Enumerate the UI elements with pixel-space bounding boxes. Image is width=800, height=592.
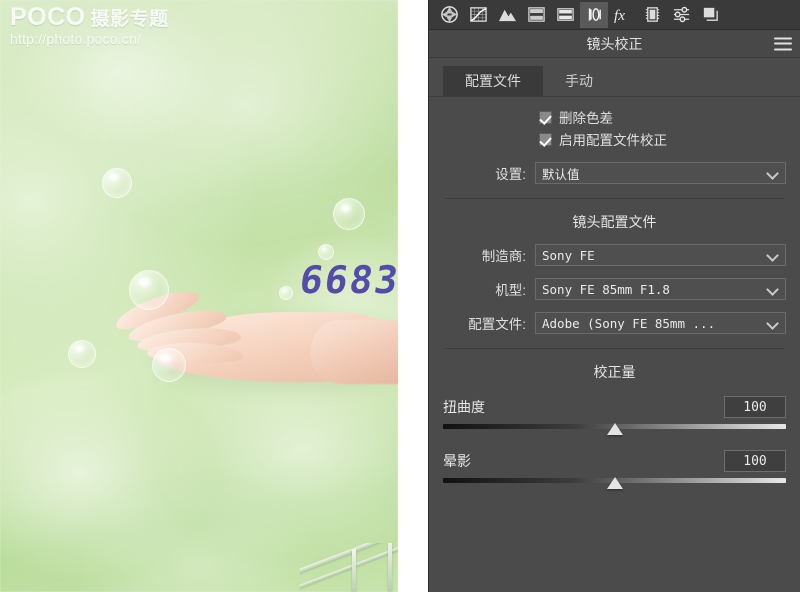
checkbox-row-enable-profile-correction[interactable]: 启用配置文件校正 bbox=[443, 128, 786, 150]
camera-calibration-icon[interactable] bbox=[638, 2, 666, 28]
profile-value: Adobe (Sony FE 85mm ... bbox=[542, 315, 716, 331]
hamburger-menu-icon[interactable] bbox=[774, 37, 792, 50]
slider-track-wrap[interactable] bbox=[443, 422, 786, 436]
model-value: Sony FE 85mm F1.8 bbox=[542, 281, 670, 297]
develop-panel: fx 镜头校正 配置文件 手动 删除色差 启用配置文件校正 设置: 默认值 镜头… bbox=[428, 0, 800, 592]
tab-manual[interactable]: 手动 bbox=[543, 66, 615, 96]
checkbox-label: 启用配置文件校正 bbox=[559, 133, 667, 148]
make-label: 制造商: bbox=[481, 249, 526, 264]
snapshots-icon[interactable] bbox=[696, 2, 724, 28]
slider-distortion: 扭曲度 100 bbox=[443, 396, 786, 436]
detail-icon[interactable] bbox=[522, 2, 550, 28]
make-dropdown[interactable]: Sony FE bbox=[535, 244, 786, 266]
railing-post bbox=[352, 549, 356, 592]
profile-dropdown[interactable]: Adobe (Sony FE 85mm ... bbox=[535, 312, 786, 334]
effects-fx-icon[interactable]: fx bbox=[609, 2, 637, 28]
checkbox-enable-profile-correction[interactable] bbox=[539, 132, 552, 146]
profile-label: 配置文件: bbox=[468, 317, 526, 332]
setup-row: 设置: 默认值 bbox=[443, 162, 786, 184]
make-value: Sony FE bbox=[542, 247, 595, 263]
chevron-down-icon bbox=[767, 167, 779, 179]
tone-curve-icon[interactable] bbox=[464, 2, 492, 28]
lens-profile-title: 镜头配置文件 bbox=[572, 214, 657, 230]
railing-post bbox=[388, 543, 392, 591]
basic-panel-icon[interactable] bbox=[435, 2, 463, 28]
panel-tabs: 配置文件 手动 bbox=[429, 58, 800, 97]
screenshot-root: POCO 摄影专题 http://photo.poco.cn/ 668388 f… bbox=[0, 0, 800, 592]
checkbox-row-remove-chromatic-aberration[interactable]: 删除色差 bbox=[443, 106, 786, 128]
slider-value-input[interactable]: 100 bbox=[724, 450, 786, 472]
soap-bubble bbox=[318, 244, 334, 260]
photo-preview[interactable]: POCO 摄影专题 http://photo.poco.cn/ 668388 bbox=[0, 0, 398, 592]
slider-vignetting: 晕影 100 bbox=[443, 450, 786, 490]
presets-icon[interactable] bbox=[667, 2, 695, 28]
soap-bubble bbox=[102, 168, 132, 198]
model-row: 机型: Sony FE 85mm F1.8 bbox=[443, 278, 786, 300]
section-divider bbox=[445, 348, 784, 349]
section-divider bbox=[445, 198, 784, 199]
chevron-down-icon bbox=[767, 317, 779, 329]
checkbox-remove-chromatic-aberration[interactable] bbox=[539, 110, 552, 124]
slider-thumb[interactable] bbox=[606, 477, 623, 489]
soap-bubble bbox=[333, 198, 365, 230]
setup-dropdown[interactable]: 默认值 bbox=[535, 162, 786, 184]
panel-title-bar: 镜头校正 bbox=[429, 30, 800, 58]
profile-row: 配置文件: Adobe (Sony FE 85mm ... bbox=[443, 312, 786, 334]
slider-label: 扭曲度 bbox=[443, 399, 485, 415]
chevron-down-icon bbox=[767, 249, 779, 261]
checkbox-label: 删除色差 bbox=[559, 111, 613, 126]
slider-label: 晕影 bbox=[443, 453, 471, 469]
page-title: 镜头校正 bbox=[586, 35, 643, 52]
chevron-down-icon bbox=[767, 283, 779, 295]
model-dropdown[interactable]: Sony FE 85mm F1.8 bbox=[535, 278, 786, 300]
soap-bubble bbox=[129, 270, 169, 310]
slider-value-input[interactable]: 100 bbox=[724, 396, 786, 418]
setup-value: 默认值 bbox=[542, 166, 580, 182]
split-toning-icon[interactable] bbox=[551, 2, 579, 28]
railing-rail bbox=[300, 543, 398, 575]
model-label: 机型: bbox=[495, 283, 526, 298]
make-row: 制造商: Sony FE bbox=[443, 244, 786, 266]
railing bbox=[300, 543, 398, 592]
lens-correction-icon[interactable] bbox=[580, 1, 608, 28]
svg-text:fx: fx bbox=[614, 7, 625, 24]
panel-body: 删除色差 启用配置文件校正 设置: 默认值 镜头配置文件 制造商: Sony F… bbox=[429, 106, 800, 490]
slider-thumb[interactable] bbox=[606, 423, 623, 435]
correction-amount-title: 校正量 bbox=[593, 364, 636, 380]
panel-toolbar: fx bbox=[429, 0, 800, 30]
soap-bubble bbox=[279, 286, 293, 300]
wrist-shape bbox=[310, 320, 398, 384]
soap-bubble bbox=[68, 340, 96, 368]
hsl-color-icon[interactable] bbox=[493, 2, 521, 28]
slider-track-wrap[interactable] bbox=[443, 476, 786, 490]
tab-profile[interactable]: 配置文件 bbox=[443, 66, 543, 96]
soap-bubble bbox=[152, 348, 186, 382]
slider-header: 扭曲度 100 bbox=[443, 396, 786, 418]
setup-label: 设置: bbox=[495, 167, 526, 182]
slider-header: 晕影 100 bbox=[443, 450, 786, 472]
